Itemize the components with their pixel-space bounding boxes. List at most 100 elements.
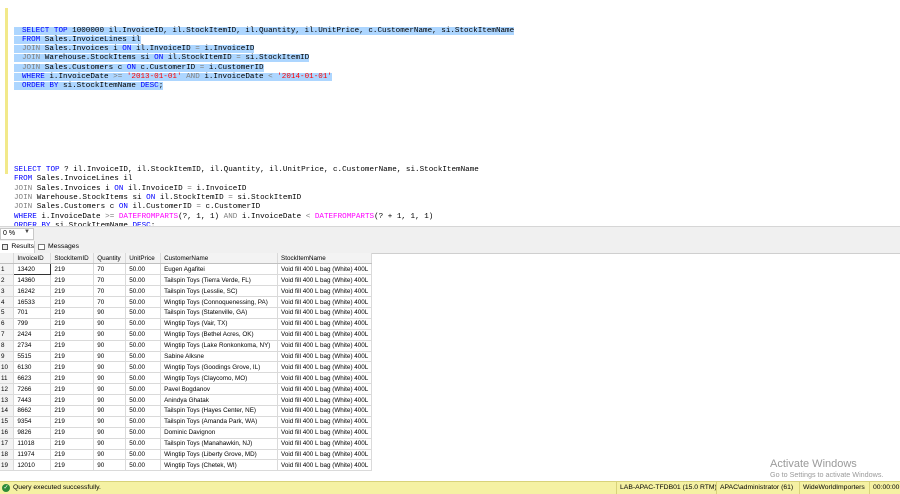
grid-cell[interactable]: 90 <box>93 318 127 330</box>
tab-results[interactable]: Results <box>0 241 35 253</box>
grid-cell[interactable]: Anindya Ghatak <box>160 394 279 406</box>
table-row[interactable]: 19 12010 219 90 50.00 Wingtip Toys (Chetek, W… <box>0 459 372 472</box>
grid-cell[interactable]: 14360 <box>13 274 52 287</box>
grid-cell[interactable]: 8662 <box>13 405 52 417</box>
grid-cell[interactable]: Wingtip Toys (Claycomo, MO) <box>160 372 279 385</box>
table-row[interactable]: 7 2424 219 90 50.00 Wingtip Toys (Bethel Acre… <box>0 329 372 341</box>
row-number[interactable]: 8 <box>0 340 15 352</box>
grid-cell[interactable]: 219 <box>50 351 95 363</box>
grid-cell[interactable]: 219 <box>50 438 95 450</box>
grid-cell[interactable]: Tailspin Toys (Lesslie, SC) <box>160 285 279 298</box>
query-2-block[interactable]: SELECT TOP ? il.InvoiceID, il.StockItemI… <box>14 166 514 226</box>
grid-cell[interactable]: 219 <box>50 285 95 298</box>
row-number[interactable]: 1 <box>0 263 15 276</box>
code-line[interactable]: JOIN Sales.Invoices i ON il.InvoiceID = … <box>14 45 514 54</box>
grid-cell[interactable]: 2424 <box>13 329 52 341</box>
row-number[interactable]: 18 <box>0 449 15 461</box>
column-header-invoiceid[interactable]: InvoiceID <box>13 253 52 265</box>
grid-cell[interactable]: Tailspin Toys (Statenville, GA) <box>160 307 279 319</box>
row-number[interactable]: 9 <box>0 351 15 363</box>
grid-cell[interactable]: Void fill 400 L bag (White) 400L <box>277 416 372 428</box>
grid-cell[interactable]: Void fill 400 L bag (White) 400L <box>277 285 372 298</box>
grid-cell[interactable]: Void fill 400 L bag (White) 400L <box>277 449 372 461</box>
grid-cell[interactable]: 50.00 <box>125 449 162 461</box>
table-row[interactable]: 5 701 219 90 50.00 Tailspin Toys (Statenville… <box>0 307 372 319</box>
grid-cell[interactable]: 6130 <box>13 361 52 374</box>
column-header-unitprice[interactable]: UnitPrice <box>125 253 162 265</box>
grid-cell[interactable]: 9354 <box>13 416 52 428</box>
column-header-quantity[interactable]: Quantity <box>93 253 127 265</box>
code-line[interactable]: JOIN Warehouse.StockItems si ON il.Stock… <box>14 54 514 63</box>
grid-cell[interactable]: 50.00 <box>125 438 162 450</box>
grid-cell[interactable]: 219 <box>50 274 95 287</box>
row-number[interactable]: 14 <box>0 405 15 417</box>
table-row[interactable]: 13 7443 219 90 50.00 Anindya Ghatak Void fill … <box>0 394 372 406</box>
row-number[interactable]: 4 <box>0 296 15 308</box>
grid-cell[interactable]: Wingtip Toys (Bethel Acres, OK) <box>160 329 279 341</box>
grid-cell[interactable]: 219 <box>50 459 95 472</box>
grid-cell[interactable]: 7443 <box>13 394 52 406</box>
grid-cell[interactable]: Wingtip Toys (Liberty Grove, MD) <box>160 449 279 461</box>
grid-cell[interactable]: Void fill 400 L bag (White) 400L <box>277 263 372 276</box>
table-row[interactable]: 16 9826 219 90 50.00 Dominic Davignon Void fil… <box>0 427 372 439</box>
table-row[interactable]: 17 11018 219 90 50.00 Tailspin Toys (Manahawk… <box>0 438 372 450</box>
code-line[interactable]: JOIN Sales.Customers c ON c.CustomerID =… <box>14 63 514 73</box>
column-header-stockitemname[interactable]: StockItemName <box>277 253 372 265</box>
grid-cell[interactable]: 50.00 <box>125 263 162 276</box>
grid-cell[interactable]: 70 <box>93 274 127 287</box>
grid-cell[interactable]: Sabine Alksne <box>160 351 279 363</box>
code-line[interactable]: FROM Sales.InvoiceLines il <box>14 35 514 45</box>
table-row[interactable]: 1 13420 219 70 50.00 Eugen Agafitei Void fill … <box>0 263 372 276</box>
table-row[interactable]: 10 6130 219 90 50.00 Wingtip Toys (Goodings G… <box>0 361 372 374</box>
table-row[interactable]: 6 799 219 90 50.00 Wingtip Toys (Vair, TX) Voi… <box>0 318 372 330</box>
grid-cell[interactable]: Void fill 400 L bag (White) 400L <box>277 372 372 385</box>
grid-cell[interactable]: 219 <box>50 296 95 308</box>
grid-cell[interactable]: 7266 <box>13 383 52 396</box>
grid-cell[interactable]: 50.00 <box>125 383 162 396</box>
code-line[interactable]: JOIN Sales.Customers c ON il.CustomerID … <box>14 203 514 212</box>
row-number[interactable]: 3 <box>0 285 15 298</box>
tab-messages[interactable]: Messages <box>36 241 80 253</box>
table-row[interactable]: 9 5515 219 90 50.00 Sabine Alksne Void fill 40… <box>0 351 372 363</box>
table-row[interactable]: 15 9354 219 90 50.00 Tailspin Toys (Amanda Pa… <box>0 416 372 428</box>
grid-cell[interactable]: Void fill 400 L bag (White) 400L <box>277 351 372 363</box>
grid-cell[interactable]: Void fill 400 L bag (White) 400L <box>277 361 372 374</box>
grid-cell[interactable]: 50.00 <box>125 274 162 287</box>
code-line[interactable]: WHERE i.InvoiceDate >= DATEFROMPARTS(?, … <box>14 213 514 222</box>
row-number[interactable]: 11 <box>0 372 15 385</box>
row-number[interactable]: 15 <box>0 416 15 428</box>
row-number[interactable]: 2 <box>0 274 15 287</box>
grid-cell[interactable]: 11974 <box>13 449 52 461</box>
grid-cell[interactable]: 219 <box>50 361 95 374</box>
grid-cell[interactable]: 50.00 <box>125 427 162 439</box>
grid-cell[interactable]: 219 <box>50 372 95 385</box>
grid-cell[interactable]: 50.00 <box>125 329 162 341</box>
grid-cell[interactable]: 16533 <box>13 296 52 308</box>
grid-cell[interactable]: 11018 <box>13 438 52 450</box>
code-line[interactable]: JOIN Warehouse.StockItems si ON il.Stock… <box>14 194 514 203</box>
grid-cell[interactable]: 219 <box>50 416 95 428</box>
column-header-stockitemid[interactable]: StockItemID <box>50 253 95 265</box>
grid-cell[interactable]: 70 <box>93 263 127 276</box>
grid-cell[interactable]: 90 <box>93 416 127 428</box>
grid-cell[interactable]: Eugen Agafitei <box>160 263 279 276</box>
row-number[interactable]: 5 <box>0 307 15 319</box>
code-line[interactable]: SELECT TOP 1000000 il.InvoiceID, il.Stoc… <box>14 26 515 36</box>
results-grid[interactable]: InvoiceID StockItemID Quantity UnitPrice… <box>0 253 372 472</box>
code-line[interactable]: SELECT TOP ? il.InvoiceID, il.StockItemI… <box>14 166 514 175</box>
grid-cell[interactable]: Tailspin Toys (Amanda Park, WA) <box>160 416 279 428</box>
grid-cell[interactable]: Dominic Davignon <box>160 427 279 439</box>
grid-cell[interactable]: 219 <box>50 263 95 276</box>
grid-cell[interactable]: 219 <box>50 383 95 396</box>
grid-cell[interactable]: 50.00 <box>125 340 162 352</box>
row-number[interactable]: 6 <box>0 318 15 330</box>
grid-cell[interactable]: 50.00 <box>125 459 162 472</box>
grid-cell[interactable]: 219 <box>50 405 95 417</box>
grid-cell[interactable]: 50.00 <box>125 296 162 308</box>
grid-cell[interactable]: 90 <box>93 372 127 385</box>
row-number[interactable]: 12 <box>0 383 15 396</box>
table-row[interactable]: 11 6623 219 90 50.00 Wingtip Toys (Claycomo, … <box>0 372 372 385</box>
row-number[interactable]: 7 <box>0 329 15 341</box>
grid-cell[interactable]: 13420 <box>13 263 52 276</box>
grid-cell[interactable]: 50.00 <box>125 416 162 428</box>
